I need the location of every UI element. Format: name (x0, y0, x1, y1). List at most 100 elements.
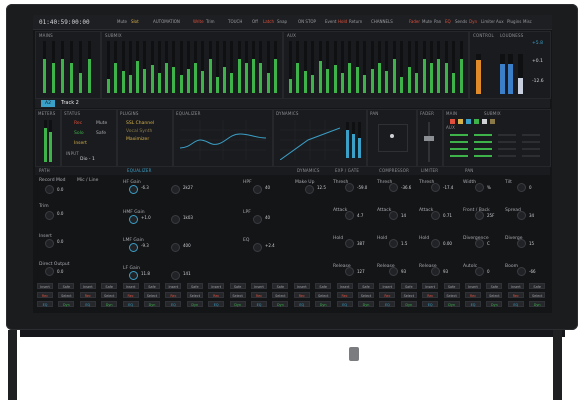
routing-slot[interactable] (522, 155, 540, 157)
pan2-param-value[interactable]: 34 (529, 213, 534, 218)
bottom-row2-button[interactable]: Select (443, 292, 460, 298)
bottom-row1-button[interactable]: Safe (486, 283, 503, 289)
eq-band1-value[interactable]: -6.3 (141, 185, 149, 190)
bottom-row2-button[interactable]: Rec (37, 292, 53, 298)
bottom-row3-button[interactable]: Dyn (443, 301, 460, 307)
knob[interactable] (45, 239, 54, 248)
bottom-row2-button[interactable]: Rec (251, 292, 267, 298)
routing-tag[interactable] (490, 119, 495, 124)
eq-band1-freq[interactable]: 2k27 (183, 185, 193, 190)
routing-slot[interactable] (522, 148, 540, 150)
bottom-row3-button[interactable]: EQ (165, 301, 182, 307)
routing-slot[interactable] (450, 141, 468, 143)
knob[interactable] (345, 267, 354, 276)
knob[interactable] (129, 215, 138, 224)
bottom-row1-button[interactable]: Insert (251, 283, 267, 289)
bottom-row1-button[interactable]: Insert (293, 283, 310, 289)
pan-param-value[interactable]: 25F (487, 213, 494, 218)
input-value[interactable]: Dio - 1 (80, 157, 95, 163)
lpf-value[interactable]: 40 (265, 215, 270, 220)
pan-position-dot[interactable] (390, 134, 394, 138)
bottom-row2-button[interactable]: Select (101, 292, 118, 298)
pan-param-value[interactable]: % (487, 185, 491, 190)
dynamics-curve-graph[interactable] (280, 120, 340, 160)
knob[interactable] (431, 211, 440, 220)
bottom-row1-button[interactable]: Insert (37, 283, 53, 289)
bottom-row2-button[interactable]: Select (58, 292, 75, 298)
bottom-row3-button[interactable]: EQ (293, 301, 310, 307)
bottom-row3-button[interactable]: EQ (507, 301, 524, 307)
status-rec[interactable]: Rec (74, 121, 82, 127)
bottom-row2-button[interactable]: Select (529, 292, 546, 298)
hpf-value[interactable]: 40 (265, 185, 270, 190)
knob[interactable] (253, 243, 262, 252)
bottom-row3-button[interactable]: EQ (122, 301, 139, 307)
topbar-slot[interactable]: Slot (131, 19, 139, 24)
bottom-row3-button[interactable]: Dyn (144, 301, 160, 307)
knob[interactable] (475, 239, 484, 248)
eq-band3-freq[interactable]: 400 (183, 243, 191, 248)
routing-slot[interactable] (522, 134, 540, 136)
routing-slot[interactable] (474, 155, 492, 157)
bottom-row1-button[interactable]: Safe (144, 283, 160, 289)
knob[interactable] (171, 215, 180, 224)
bottom-row2-button[interactable]: Rec (122, 292, 139, 298)
status-safe[interactable]: Safe (96, 131, 106, 137)
bottom-row2-button[interactable]: Select (358, 292, 374, 298)
pan-field[interactable] (378, 124, 408, 152)
limiter-param-value[interactable]: -17.4 (443, 185, 453, 190)
bottom-row3-button[interactable]: EQ (79, 301, 96, 307)
bottom-row2-button[interactable]: Rec (336, 292, 353, 298)
topbar-off[interactable]: Off (252, 19, 258, 24)
bottom-row1-button[interactable]: Safe (186, 283, 203, 289)
bottom-row1-button[interactable]: Insert (422, 283, 439, 289)
knob[interactable] (431, 239, 440, 248)
bottom-row1-button[interactable]: Insert (379, 283, 396, 289)
topbar-misc[interactable]: Misc (523, 19, 532, 24)
bottom-row2-button[interactable]: Select (186, 292, 203, 298)
bottom-row3-button[interactable]: Dyn (101, 301, 118, 307)
bottom-row3-button[interactable]: Dyn (358, 301, 374, 307)
knob[interactable] (431, 183, 440, 192)
knob[interactable] (129, 271, 138, 280)
gate-param-value[interactable]: -59.0 (357, 185, 367, 190)
bottom-row3-button[interactable]: EQ (465, 301, 481, 307)
routing-slot[interactable] (450, 148, 468, 150)
bottom-row3-button[interactable]: Dyn (400, 301, 417, 307)
pan-param-value[interactable]: C (487, 241, 490, 246)
gate-param-value[interactable]: 127 (357, 269, 365, 274)
knob[interactable] (45, 211, 54, 220)
routing-slot[interactable] (522, 141, 540, 143)
knob[interactable] (171, 185, 180, 194)
knob[interactable] (475, 183, 484, 192)
topbar-pan[interactable]: Pan (434, 19, 441, 24)
topbar-return[interactable]: Return (349, 19, 362, 24)
routing-slot[interactable] (474, 141, 492, 143)
bottom-row2-button[interactable]: Rec (79, 292, 96, 298)
eq-curve-graph[interactable] (180, 120, 266, 160)
bottom-row3-button[interactable]: EQ (422, 301, 439, 307)
bottom-row3-button[interactable]: EQ (37, 301, 53, 307)
bottom-row2-button[interactable]: Select (400, 292, 417, 298)
gate-param-value[interactable]: 387 (357, 241, 365, 246)
bottom-row1-button[interactable]: Insert (79, 283, 96, 289)
knob[interactable] (345, 239, 354, 248)
topbar-write[interactable]: Write (193, 19, 204, 24)
topbar-eq[interactable]: EQ (445, 19, 451, 24)
topbar-hold[interactable]: Hold (338, 19, 347, 24)
bottom-row1-button[interactable]: Safe (229, 283, 246, 289)
topbar-trim[interactable]: Trim (206, 19, 215, 24)
pan2-param-value[interactable]: -66 (529, 269, 536, 274)
bottom-row1-button[interactable]: Safe (101, 283, 118, 289)
bottom-row2-button[interactable]: Rec (422, 292, 439, 298)
topbar-fader[interactable]: Fader (409, 19, 420, 24)
comp-param-value[interactable]: 93 (401, 269, 406, 274)
bottom-row2-button[interactable]: Rec (165, 292, 182, 298)
bottom-row1-button[interactable]: Safe (400, 283, 417, 289)
bottom-row2-button[interactable]: Rec (465, 292, 481, 298)
topbar-mute[interactable]: Mute (117, 19, 127, 24)
knob[interactable] (517, 239, 526, 248)
bottom-row3-button[interactable]: Dyn (486, 301, 503, 307)
bottom-row2-button[interactable]: Select (486, 292, 503, 298)
topbar-limiter[interactable]: Limiter (481, 19, 495, 24)
